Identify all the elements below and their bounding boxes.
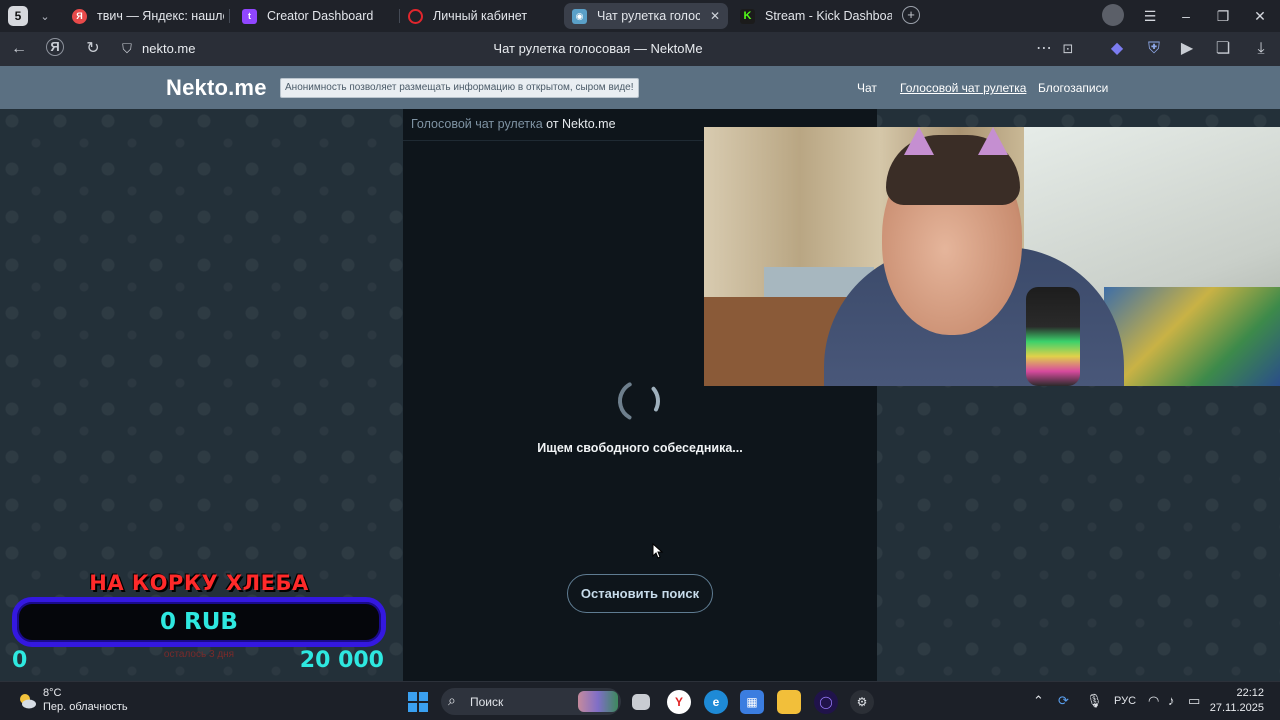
microphone-icon[interactable]: 🎙 <box>1086 693 1103 709</box>
tray-expand-icon[interactable]: ⌃ <box>1033 693 1044 709</box>
url-host[interactable]: nekto.me <box>142 41 195 56</box>
site-tagline: Анонимность позволяет размещать информац… <box>280 78 639 98</box>
nekto-icon: ◉ <box>572 8 587 24</box>
tab-yandex-search[interactable]: Я твич — Яндекс: нашлось <box>64 3 224 29</box>
wifi-icon[interactable]: ◠ <box>1148 693 1159 709</box>
stop-search-button[interactable]: Остановить поиск <box>567 574 713 613</box>
search-icon: ⌕ <box>448 692 456 708</box>
nav-voice-chat-roulette[interactable]: Голосовой чат рулетка <box>900 81 1026 95</box>
clock-time[interactable]: 22:12 <box>1236 687 1264 699</box>
profile-avatar[interactable] <box>1102 4 1124 26</box>
windows-taskbar: 8°C Пер. облачность ⌕ Поиск Y e ▦ ◯ ⚙ ⌃ … <box>0 681 1280 720</box>
opera-icon <box>408 8 423 24</box>
panel-divider <box>403 140 703 141</box>
webcam-overlay <box>704 127 1280 386</box>
tab-title: Чат рулетка голосовая <box>597 9 700 23</box>
close-window-icon[interactable]: ✕ <box>1250 6 1270 26</box>
collections-icon[interactable]: ❏ <box>1212 38 1234 60</box>
tab-title: Личный кабинет <box>433 9 528 23</box>
restore-icon[interactable]: ❐ <box>1213 6 1233 26</box>
edge-browser-icon[interactable]: e <box>704 690 728 714</box>
clock-date[interactable]: 27.11.2025 <box>1210 702 1264 714</box>
loading-spinner-icon <box>618 380 660 422</box>
gamepad-extension-icon[interactable]: ◆ <box>1106 38 1128 60</box>
battery-icon[interactable]: ▭ <box>1188 693 1200 709</box>
play-extension-icon[interactable]: ▶ <box>1176 38 1198 60</box>
downloads-icon[interactable]: ⤓ <box>1250 38 1272 60</box>
browser-menu-icon[interactable]: ☰ <box>1140 6 1160 26</box>
sync-icon[interactable]: ⟳ <box>1058 693 1069 709</box>
tab-creator-dashboard[interactable]: t Creator Dashboard <box>234 3 394 29</box>
breadcrumb: Голосовой чат рулетка от Nekto.me <box>411 117 616 131</box>
bookmark-icon[interactable]: ⊡ <box>1057 38 1079 60</box>
weather-description[interactable]: Пер. облачность <box>43 701 128 713</box>
weather-temperature[interactable]: 8°C <box>43 687 61 699</box>
tab-personal-account[interactable]: Личный кабинет <box>400 3 560 29</box>
new-tab-plus-icon[interactable]: + <box>902 6 920 24</box>
more-options-icon[interactable]: ⋯ <box>1033 38 1055 60</box>
tab-count-badge[interactable]: 5 <box>8 6 28 26</box>
tab-list-chevron-icon[interactable]: ⌄ <box>32 3 58 29</box>
steam-icon[interactable]: ⚙ <box>850 690 874 714</box>
donation-goal-min: 0 <box>12 648 28 673</box>
vpn-extension-icon[interactable]: ⛨ <box>1143 38 1165 60</box>
microsoft-store-icon[interactable]: ▦ <box>740 690 764 714</box>
donation-goal-amount: 0 RUB <box>160 609 238 635</box>
windows-start-icon[interactable] <box>406 690 430 714</box>
volume-icon[interactable]: ♪ <box>1168 693 1175 708</box>
breadcrumb-suffix: от Nekto.me <box>546 117 616 131</box>
minimize-icon[interactable]: – <box>1176 6 1196 26</box>
tab-close-icon[interactable]: ✕ <box>710 9 720 23</box>
yandex-icon: Я <box>72 8 87 24</box>
partly-cloudy-icon[interactable] <box>16 690 38 712</box>
breadcrumb-link[interactable]: Голосовой чат рулетка <box>411 117 543 131</box>
donation-goal-max: 20 000 <box>299 648 384 673</box>
tab-kick-dashboard[interactable]: K Stream - Kick Dashboard <box>732 3 892 29</box>
site-security-shield-icon[interactable]: ⛉ <box>116 38 138 60</box>
taskbar-search-label[interactable]: Поиск <box>470 695 503 709</box>
search-status-text: Ищем свободного собеседника... <box>537 441 743 455</box>
twitch-icon: t <box>242 8 257 24</box>
donation-goal-title: НА КОРКУ ХЛЕБА <box>89 571 309 595</box>
alice-assistant-icon[interactable]: ◯ <box>814 690 838 714</box>
back-arrow-icon[interactable]: ← <box>8 38 30 60</box>
tab-title: твич — Яндекс: нашлось <box>97 9 224 23</box>
mouse-cursor-icon <box>652 543 664 559</box>
input-language[interactable]: РУС <box>1114 695 1136 707</box>
nav-chat[interactable]: Чат <box>857 81 877 95</box>
reload-icon[interactable]: ↻ <box>82 38 104 60</box>
yandex-browser-icon[interactable]: Y <box>667 690 691 714</box>
webcam-bed <box>1104 287 1280 386</box>
kick-icon: K <box>740 8 755 24</box>
nav-blog[interactable]: Блогозаписи <box>1038 81 1108 95</box>
search-highlight-thumbnail <box>578 691 618 712</box>
site-logo[interactable]: Nekto.me <box>166 75 267 101</box>
tab-title: Stream - Kick Dashboard <box>765 9 892 23</box>
task-view-icon[interactable] <box>632 694 650 710</box>
tab-separator <box>229 9 230 23</box>
file-explorer-icon[interactable] <box>777 690 801 714</box>
webcam-microphone <box>1026 287 1080 386</box>
tab-title: Creator Dashboard <box>267 9 374 23</box>
tab-voice-chat-roulette[interactable]: ◉ Чат рулетка голосовая ✕ <box>564 3 728 29</box>
yandex-home-icon[interactable]: Я <box>46 38 64 56</box>
